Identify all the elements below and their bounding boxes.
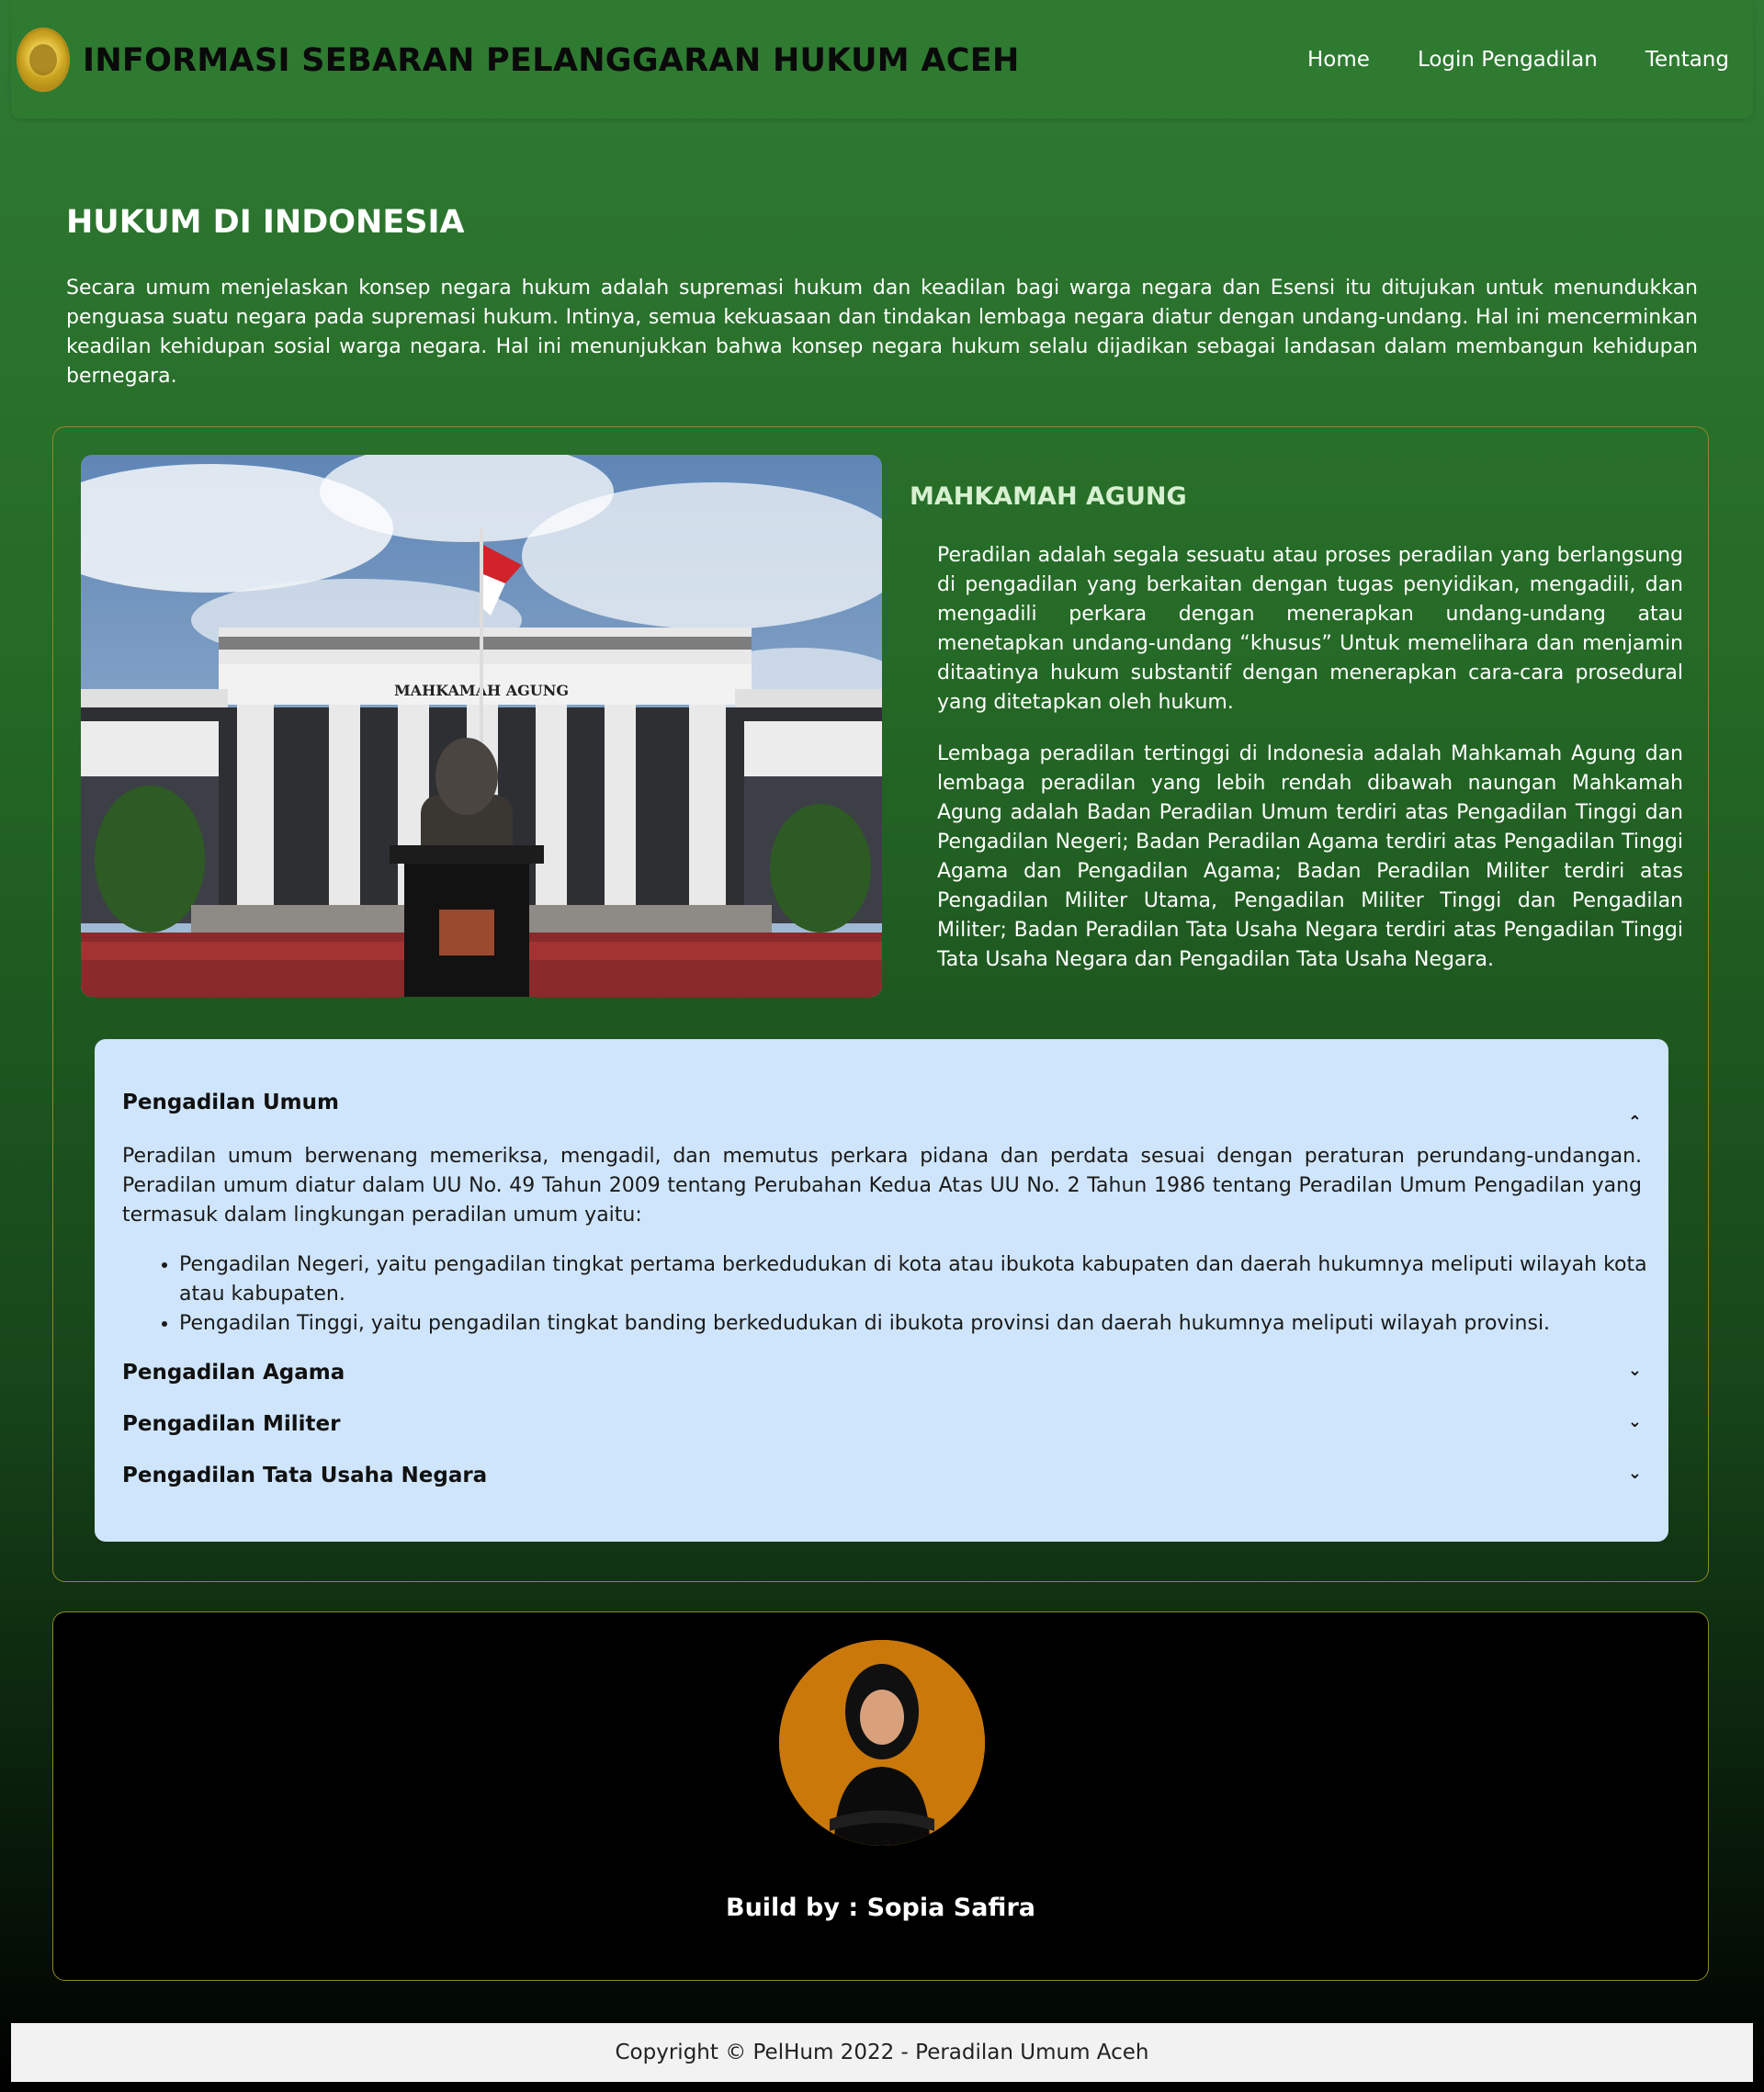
nav-home-link[interactable]: Home (1307, 48, 1370, 72)
accordion-title-agama: Pengadilan Agama (122, 1361, 345, 1385)
chevron-down-icon[interactable]: ⌄ (1628, 1465, 1642, 1482)
mahkamah-agung-building-photo: MAHKAMAH AGUNG (81, 455, 882, 997)
list-item: Pengadilan Negeri, yaitu pengadilan ting… (179, 1250, 1671, 1309)
court-emblem-icon[interactable] (17, 28, 70, 92)
chevron-down-icon[interactable]: ⌄ (1628, 1363, 1642, 1379)
navbar: INFORMASI SEBARAN PELANGGARAN HUKUM ACEH… (11, 0, 1753, 119)
builder-credit: Build by : Sopia Safira (726, 1894, 1035, 1922)
nav-about-link[interactable]: Tentang (1645, 48, 1729, 72)
hero-title: HUKUM DI INDONESIA (66, 204, 465, 241)
chevron-down-icon[interactable]: ⌄ (1628, 1414, 1642, 1430)
nav-links: Home Login Pengadilan Tentang (1307, 48, 1729, 72)
footer: Copyright © PelHum 2022 - Peradilan Umum… (11, 2023, 1753, 2082)
hero-text: Secara umum menjelaskan konsep negara hu… (66, 277, 1698, 388)
court-accordion: Pengadilan Umum ⌃ Peradilan umum berwena… (95, 1039, 1668, 1542)
accordion-header-umum[interactable]: Pengadilan Umum ⌃ (122, 1091, 1642, 1131)
avatar (779, 1640, 985, 1846)
chevron-up-icon[interactable]: ⌃ (1628, 1114, 1642, 1131)
accordion-title-tun: Pengadilan Tata Usaha Negara (122, 1464, 488, 1487)
mahkamah-title: MAHKAMAH AGUNG (910, 482, 1187, 511)
accordion-header-militer[interactable]: Pengadilan Militer ⌄ (122, 1412, 1642, 1436)
court-list: Pengadilan Negeri, yaitu pengadilan ting… (150, 1250, 1671, 1339)
accordion-title-militer: Pengadilan Militer (122, 1412, 341, 1436)
accordion-header-agama[interactable]: Pengadilan Agama ⌄ (122, 1361, 1642, 1385)
copyright-text: Copyright © PelHum 2022 - Peradilan Umum… (615, 2041, 1149, 2064)
site-title[interactable]: INFORMASI SEBARAN PELANGGARAN HUKUM ACEH (83, 42, 1020, 79)
accordion-title-umum: Pengadilan Umum (122, 1091, 339, 1114)
nav-login-link[interactable]: Login Pengadilan (1418, 48, 1598, 72)
mahkamah-paragraph-2: Lembaga peradilan tertinggi di Indonesia… (937, 742, 1683, 971)
mahkamah-card: MAHKAMAH AGUNG MAHKAMAH AGUNG Peradilan … (52, 426, 1709, 1582)
accordion-header-tun[interactable]: Pengadilan Tata Usaha Negara ⌄ (122, 1464, 1642, 1487)
list-item: Pengadilan Tinggi, yaitu pengadilan ting… (179, 1309, 1671, 1339)
mahkamah-paragraph-1: Peradilan adalah segala sesuatu atau pro… (937, 544, 1683, 714)
accordion-body-umum: Peradilan umum berwenang memeriksa, meng… (122, 1145, 1642, 1227)
profile-card: Build by : Sopia Safira (52, 1611, 1709, 1981)
